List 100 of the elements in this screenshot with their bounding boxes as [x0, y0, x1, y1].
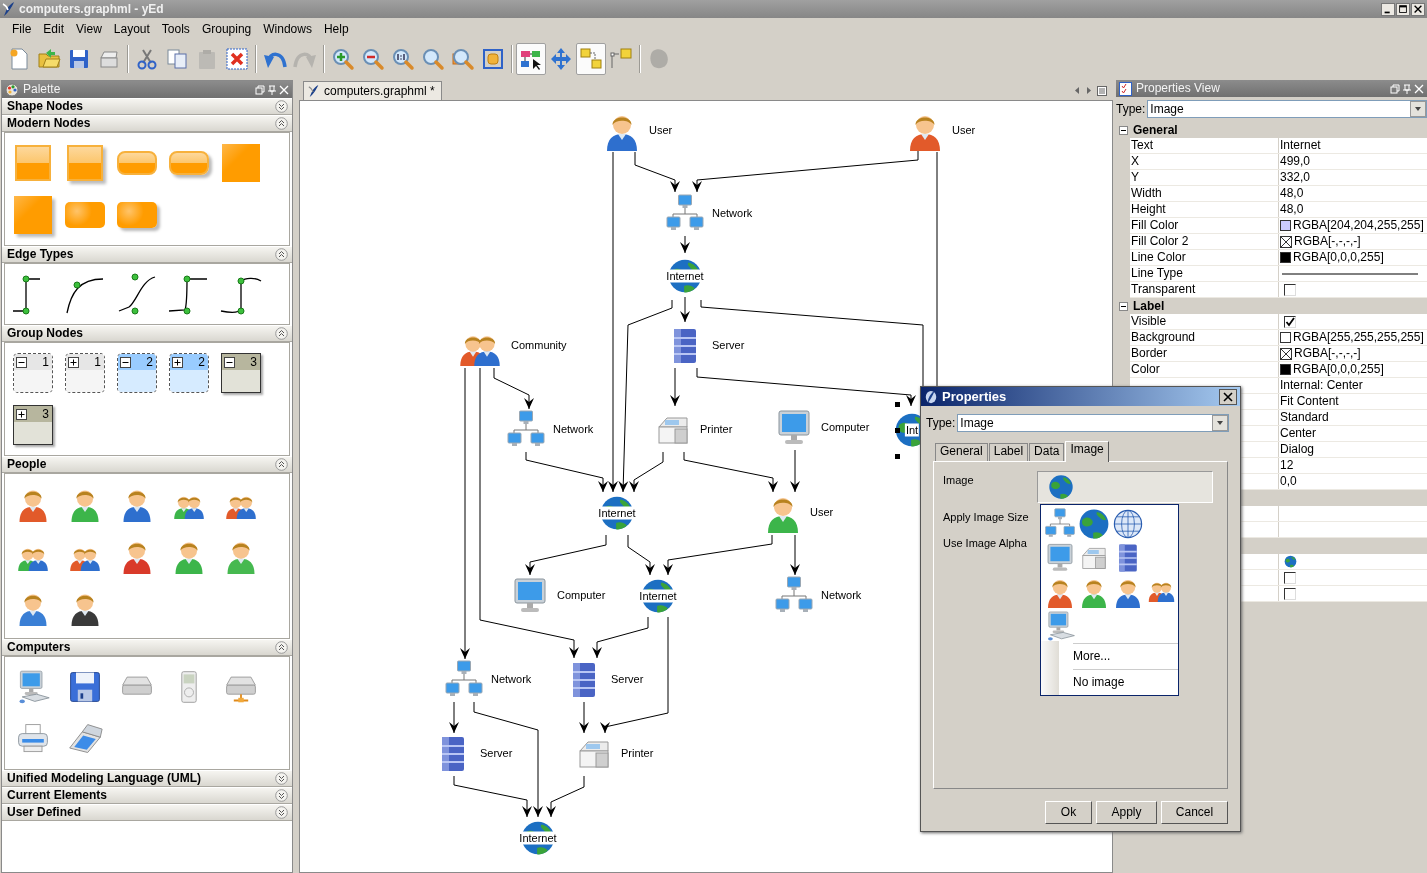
node-shape[interactable]	[15, 145, 51, 181]
edge-arrow[interactable]	[670, 367, 680, 407]
edge-arrow[interactable]	[473, 701, 543, 818]
layout-button[interactable]	[576, 43, 606, 75]
palette-section-header[interactable]: Group Nodes	[2, 325, 292, 342]
group-node[interactable]: 3	[13, 405, 53, 445]
edge-arrow[interactable]	[629, 451, 664, 493]
minus-icon[interactable]	[1119, 301, 1128, 311]
palette-section-header[interactable]: Computers	[2, 639, 292, 656]
edge-arrow[interactable]	[663, 534, 773, 576]
dialog-tab[interactable]: General	[935, 443, 988, 461]
menu-item[interactable]: Edit	[37, 19, 71, 39]
image-option-icon[interactable]	[1078, 508, 1110, 540]
type-dropdown[interactable]: Image	[957, 414, 1229, 432]
palette-section-header[interactable]: User Defined	[2, 804, 292, 821]
image-option-icon[interactable]	[1112, 508, 1144, 540]
image-option-icon[interactable]	[1044, 542, 1076, 574]
menu-item[interactable]: Layout	[107, 19, 156, 39]
edge-arrow[interactable]	[683, 451, 778, 493]
palette-section-header[interactable]: Current Elements	[2, 787, 292, 804]
node-shape[interactable]	[117, 202, 157, 228]
minimize-icon[interactable]	[1381, 2, 1395, 16]
minus-icon[interactable]	[1119, 125, 1128, 135]
image-field[interactable]	[1037, 471, 1213, 503]
node-shape[interactable]	[65, 202, 105, 228]
pin-icon[interactable]	[267, 84, 277, 95]
group-node[interactable]: 1	[13, 353, 53, 393]
edge-arrow[interactable]	[696, 367, 916, 407]
next-icon[interactable]	[1085, 86, 1093, 95]
menu-item[interactable]: View	[70, 19, 108, 39]
color-swatch[interactable]	[1280, 364, 1291, 375]
plus-icon[interactable]	[172, 356, 183, 368]
edge-arrow[interactable]	[680, 296, 690, 323]
edge-arrow[interactable]	[600, 616, 669, 734]
checkbox[interactable]	[1284, 283, 1296, 296]
group-node[interactable]: 2	[117, 353, 157, 393]
close-button[interactable]	[1219, 388, 1237, 405]
palette-section-header[interactable]: Modern Nodes	[2, 115, 292, 132]
palette-section-header[interactable]: Shape Nodes	[2, 98, 292, 115]
edge-line[interactable]	[700, 299, 924, 387]
node-shape[interactable]	[67, 145, 103, 181]
edge-arrow[interactable]	[453, 775, 532, 818]
edge-arrow[interactable]	[525, 534, 607, 576]
line-style-icon[interactable]	[1280, 271, 1420, 276]
edge-arrow[interactable]	[592, 616, 649, 659]
image-option-icon[interactable]	[1044, 508, 1076, 540]
type-dropdown[interactable]: Image	[1147, 100, 1427, 118]
palette-section-header[interactable]: People	[2, 456, 292, 473]
pin-icon[interactable]	[1402, 83, 1412, 94]
edge-arrow[interactable]	[546, 775, 585, 818]
edge-arrow[interactable]	[579, 701, 589, 734]
edge-arrow[interactable]	[692, 149, 919, 193]
restore-icon[interactable]	[255, 84, 265, 95]
edge-arrow[interactable]	[525, 451, 608, 493]
menu-item[interactable]: File	[6, 19, 38, 39]
group-node[interactable]: 2	[169, 353, 209, 393]
selection-handles[interactable]	[895, 402, 901, 460]
restore-icon[interactable]	[1390, 83, 1400, 94]
edge-arrow[interactable]	[449, 701, 459, 734]
menu-item[interactable]: Windows	[257, 19, 318, 39]
dialog-tab[interactable]: Label	[988, 443, 1029, 461]
edge-arrow[interactable]	[634, 151, 680, 193]
close-icon[interactable]	[1411, 2, 1425, 16]
palette-section-header[interactable]: Edge Types	[2, 246, 292, 263]
plus-icon[interactable]	[16, 408, 27, 420]
menu-item[interactable]: Tools	[155, 19, 196, 39]
dialog-tab[interactable]: Data	[1029, 443, 1065, 461]
dialog-button[interactable]: Cancel	[1161, 801, 1228, 824]
color-swatch[interactable]	[1280, 252, 1291, 263]
color-swatch[interactable]	[1280, 332, 1291, 343]
group-node[interactable]: 1	[65, 353, 105, 393]
document-tab[interactable]: computers.graphml *	[303, 81, 442, 100]
minus-icon[interactable]	[120, 356, 131, 368]
maximize-icon[interactable]	[1396, 2, 1410, 16]
node-shape[interactable]	[14, 196, 52, 234]
edge-arrow[interactable]	[493, 367, 534, 410]
previous-icon[interactable]	[1073, 86, 1081, 95]
group-node[interactable]: 3	[221, 353, 261, 393]
checkbox[interactable]	[1284, 571, 1296, 584]
minus-icon[interactable]	[16, 356, 27, 368]
edit-mode-button[interactable]	[516, 43, 546, 75]
node-shape[interactable]	[169, 151, 209, 175]
color-swatch[interactable]	[1280, 220, 1291, 231]
menu-item[interactable]: Grouping	[195, 19, 258, 39]
dialog-button[interactable]: Ok	[1045, 801, 1092, 824]
no-color-icon[interactable]	[1280, 347, 1292, 360]
node-shape[interactable]	[117, 151, 157, 175]
dialog-button[interactable]: Apply	[1096, 801, 1157, 824]
checkbox[interactable]	[1284, 315, 1296, 328]
list-icon[interactable]	[1097, 86, 1107, 96]
floppy-icon[interactable]	[67, 669, 103, 705]
edge-arrow[interactable]	[627, 534, 655, 576]
plus-icon[interactable]	[68, 356, 79, 368]
menu-item[interactable]: Help	[317, 19, 355, 39]
edge-arrow[interactable]	[790, 449, 800, 493]
node-shape[interactable]	[222, 144, 260, 182]
edge-arrow[interactable]	[790, 534, 800, 576]
no-color-icon[interactable]	[1280, 235, 1292, 248]
minus-icon[interactable]	[224, 356, 235, 368]
edge-arrow[interactable]	[680, 235, 690, 254]
